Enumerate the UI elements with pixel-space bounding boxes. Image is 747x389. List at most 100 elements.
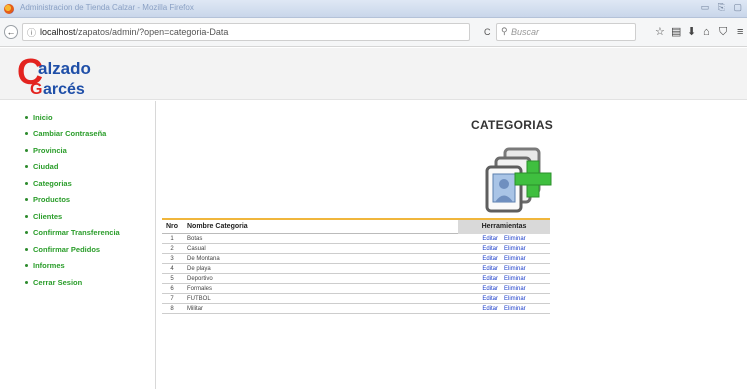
table-row: 6 Formales Editar Eliminar (162, 284, 550, 294)
row-nro: 3 (170, 255, 174, 262)
sidebar-item-productos[interactable]: Productos (0, 192, 155, 209)
sidebar-link[interactable]: Provincia (33, 146, 67, 155)
edit-link[interactable]: Editar (482, 296, 498, 302)
table-row: 3 De Montana Editar Eliminar (162, 254, 550, 264)
sidebar-item-ciudad[interactable]: Ciudad (0, 159, 155, 176)
sidebar-link[interactable]: Confirmar Transferencia (33, 228, 120, 237)
bullet-icon (25, 181, 28, 185)
table-row: 8 Militar Editar Eliminar (162, 304, 550, 314)
library-icon[interactable]: ▤ (671, 26, 681, 38)
delete-link[interactable]: Eliminar (504, 266, 526, 272)
firefox-icon (4, 4, 14, 14)
bookmark-star-icon[interactable]: ☆ (655, 26, 665, 38)
logo-initial-g: G (30, 81, 42, 97)
page-title: CATEGORIAS (471, 118, 554, 132)
sidebar-item-confirmar-pedidos[interactable]: Confirmar Pedidos (0, 241, 155, 258)
row-tools: Editar Eliminar (458, 256, 550, 262)
reload-button[interactable]: C (484, 27, 491, 37)
delete-link[interactable]: Eliminar (504, 246, 526, 252)
url-bar[interactable]: ⓘ localhost/zapatos/admin/?open=categori… (22, 23, 470, 41)
url-path: /zapatos/admin/?open=categoria-Data (75, 27, 229, 37)
window-controls[interactable]: ▭ ⎘ ▢ (701, 2, 745, 13)
row-name: Casual (187, 245, 206, 252)
sidebar-item-cambiar-contrasena[interactable]: Cambiar Contraseña (0, 126, 155, 143)
header-tools: Herramientas (458, 219, 550, 234)
bullet-icon (25, 214, 28, 218)
row-name: De Montana (187, 255, 220, 262)
info-icon[interactable]: ⓘ (27, 26, 36, 39)
main-content: CATEGORIAS Nro Nombre Categoria Herramie… (157, 101, 747, 389)
search-input[interactable]: ⚲ Buscar (496, 23, 636, 41)
header-nro: Nro (165, 223, 179, 230)
window-titlebar: Administracion de Tienda Calzar - Mozill… (0, 0, 747, 18)
row-tools: Editar Eliminar (458, 246, 550, 252)
sidebar-link[interactable]: Productos (33, 195, 70, 204)
delete-link[interactable]: Eliminar (504, 306, 526, 312)
bullet-icon (25, 231, 28, 235)
delete-link[interactable]: Eliminar (504, 276, 526, 282)
url-text: localhost/zapatos/admin/?open=categoria-… (40, 27, 228, 37)
delete-link[interactable]: Eliminar (504, 256, 526, 262)
edit-link[interactable]: Editar (482, 236, 498, 242)
row-nro: 7 (170, 295, 174, 302)
sidebar-link[interactable]: Clientes (33, 212, 62, 221)
menu-icon[interactable]: ≡ (737, 26, 743, 38)
bullet-icon (25, 148, 28, 152)
sidebar-link[interactable]: Inicio (33, 113, 53, 122)
edit-link[interactable]: Editar (482, 286, 498, 292)
row-name: Botas (187, 235, 203, 242)
sidebar-item-clientes[interactable]: Clientes (0, 208, 155, 225)
row-nro: 5 (170, 275, 174, 282)
bullet-icon (25, 247, 28, 251)
table-row: 1 Botas Editar Eliminar (162, 234, 550, 244)
window-title: Administracion de Tienda Calzar - Mozill… (20, 3, 194, 12)
delete-link[interactable]: Eliminar (504, 296, 526, 302)
back-button[interactable]: ← (4, 25, 18, 39)
bullet-icon (25, 165, 28, 169)
sidebar-item-categorias[interactable]: Categorias (0, 175, 155, 192)
row-nro: 4 (170, 265, 174, 272)
site-header: C alzado G arcés (0, 48, 747, 100)
bullet-icon (25, 132, 28, 136)
edit-link[interactable]: Editar (482, 256, 498, 262)
download-icon[interactable]: ⬇ (687, 26, 696, 38)
row-name: FUTBOL (187, 295, 211, 302)
header-name: Nombre Categoria (187, 223, 248, 230)
row-tools: Editar Eliminar (458, 266, 550, 272)
bullet-icon (25, 198, 28, 202)
sidebar-link[interactable]: Cambiar Contraseña (33, 129, 106, 138)
table-row: 4 De playa Editar Eliminar (162, 264, 550, 274)
pocket-icon[interactable]: ⛉ (719, 26, 727, 38)
table-row: 2 Casual Editar Eliminar (162, 244, 550, 254)
add-category-icon (485, 147, 552, 213)
home-icon[interactable]: ⌂ (703, 26, 710, 38)
sidebar-item-confirmar-transferencia[interactable]: Confirmar Transferencia (0, 225, 155, 242)
row-tools: Editar Eliminar (458, 236, 550, 242)
edit-link[interactable]: Editar (482, 266, 498, 272)
sidebar-link[interactable]: Confirmar Pedidos (33, 245, 100, 254)
sidebar-link[interactable]: Informes (33, 261, 65, 270)
search-placeholder: Buscar (511, 27, 540, 37)
edit-link[interactable]: Editar (482, 246, 498, 252)
back-arrow-icon: ← (6, 27, 16, 37)
sidebar-item-informes[interactable]: Informes (0, 258, 155, 275)
delete-link[interactable]: Eliminar (504, 286, 526, 292)
categories-table: Nro Nombre Categoria Herramientas 1 Bota… (162, 218, 550, 314)
sidebar-item-cerrar-sesion[interactable]: Cerrar Sesion (0, 274, 155, 291)
sidebar-link[interactable]: Cerrar Sesion (33, 278, 82, 287)
sidebar-link[interactable]: Categorias (33, 179, 72, 188)
site-logo[interactable]: C alzado G arcés (16, 51, 102, 97)
delete-link[interactable]: Eliminar (504, 236, 526, 242)
edit-link[interactable]: Editar (482, 306, 498, 312)
sidebar-item-provincia[interactable]: Provincia (0, 142, 155, 159)
row-tools: Editar Eliminar (458, 306, 550, 312)
edit-link[interactable]: Editar (482, 276, 498, 282)
search-icon: ⚲ (501, 26, 508, 36)
bullet-icon (25, 280, 28, 284)
sidebar-menu: Inicio Cambiar Contraseña Provincia Ciud… (0, 101, 156, 389)
sidebar-item-inicio[interactable]: Inicio (0, 109, 155, 126)
sidebar-link[interactable]: Ciudad (33, 162, 58, 171)
row-nro: 6 (170, 285, 174, 292)
url-host: localhost (40, 27, 76, 37)
row-name: Deportivo (187, 275, 213, 282)
